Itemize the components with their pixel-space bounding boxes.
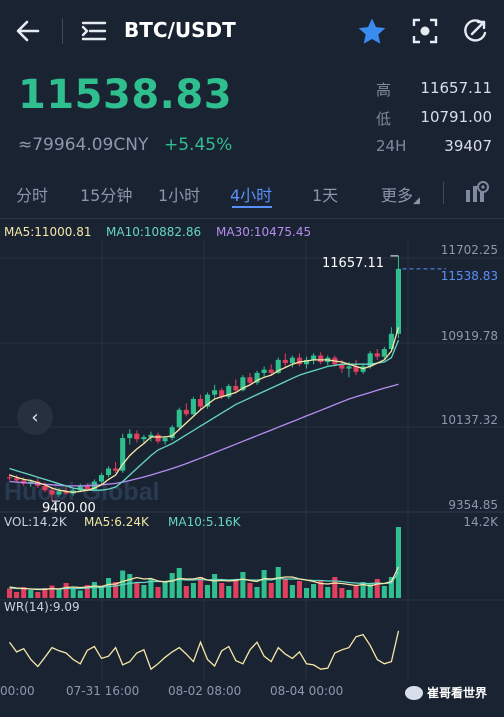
price-axis-label: 10919.78 — [440, 329, 498, 343]
volume-bar — [296, 581, 303, 598]
volume-bar — [183, 586, 189, 598]
candle-body — [141, 437, 147, 440]
candle-body — [268, 369, 274, 373]
candle-body — [374, 353, 380, 357]
chevron-left-icon: ‹ — [31, 406, 39, 428]
candle-body — [162, 438, 168, 442]
volume-bar — [332, 577, 338, 598]
low-annotation: 9400.00 — [42, 501, 96, 516]
candle-body — [212, 390, 218, 395]
candle-body — [98, 475, 105, 482]
price-axis-label: 9354.85 — [448, 498, 498, 512]
volume-bar — [395, 527, 402, 598]
volume-bar — [28, 590, 34, 598]
volume-bar — [204, 585, 211, 598]
volume-bar — [275, 567, 281, 598]
volume-bar — [176, 568, 182, 598]
time-axis-label: 08-04 00:00 — [270, 684, 344, 698]
volume-bar — [374, 579, 380, 598]
volume-bar — [247, 583, 253, 598]
volume-bar — [339, 588, 345, 598]
volume-bar — [91, 582, 97, 598]
candle-body — [289, 357, 295, 364]
volume-bar — [261, 570, 267, 598]
candle-body — [282, 359, 288, 364]
volume-bar — [240, 572, 246, 598]
candle-body — [346, 366, 352, 369]
credit-text: 崔哥看世界 — [427, 686, 488, 700]
candle-body — [318, 355, 324, 363]
price-axis-label: 11702.25 — [440, 243, 498, 257]
volume-bar — [127, 574, 133, 598]
wechat-icon — [405, 685, 423, 700]
time-axis-label: 07-31 16:00 — [66, 684, 140, 698]
volume-bar — [212, 574, 218, 598]
candle-body — [197, 398, 204, 407]
volume-bar — [6, 588, 13, 598]
volume-bar — [353, 586, 359, 598]
vol-label: VOL:14.2K — [4, 515, 67, 529]
volume-bar — [325, 587, 331, 598]
price-axis-label: 10137.32 — [440, 413, 498, 427]
candle-body — [49, 490, 55, 495]
candle-body — [42, 485, 48, 491]
volume-bar — [63, 583, 69, 598]
volume-bar — [169, 573, 175, 598]
volume-bar — [35, 592, 41, 598]
price-axis-current: 11538.83 — [440, 269, 498, 283]
candle-body — [155, 434, 161, 442]
volume-bar — [190, 583, 196, 598]
candle-body — [247, 377, 253, 383]
candle-body — [190, 398, 196, 415]
candle-body — [261, 369, 267, 373]
candle-body — [183, 409, 189, 415]
time-axis-label: 08-02 08:00 — [168, 684, 242, 698]
chart-grid — [0, 240, 504, 680]
candle-body — [56, 491, 62, 495]
volume-bar — [56, 589, 62, 598]
volume-bar — [226, 586, 232, 598]
volume-bar — [303, 588, 310, 598]
volume-bar — [254, 587, 260, 598]
vol-ma5-label: MA5:6.24K — [84, 515, 149, 529]
vol-ma10-label: MA10:5.16K — [168, 515, 241, 529]
candle-body — [381, 349, 387, 357]
volume-bar — [155, 587, 161, 598]
volume-bar — [49, 585, 55, 598]
candle-body — [127, 433, 133, 439]
volume-bar — [105, 578, 112, 598]
candle-body — [233, 385, 239, 391]
volume-bar — [289, 585, 295, 598]
volume-bar — [233, 579, 239, 598]
scroll-left-button[interactable]: ‹ — [17, 399, 53, 435]
high-annotation: 11657.11 — [322, 256, 385, 271]
candle-body — [105, 468, 112, 476]
volume-bar — [77, 590, 83, 598]
volume-bar — [346, 590, 352, 598]
candle-body — [14, 478, 20, 481]
volume-bar — [70, 588, 76, 598]
candle-body — [134, 433, 140, 440]
candle-body — [395, 268, 402, 334]
volume-bar — [162, 581, 168, 598]
volume-bar — [141, 585, 147, 598]
volume-bar — [381, 586, 387, 598]
vol-axis-max: 14.2K — [463, 515, 498, 529]
volume-bar — [268, 583, 274, 598]
candle-body — [176, 409, 182, 428]
volume-bar — [14, 592, 20, 598]
volume-bar — [219, 583, 225, 598]
candle-body — [311, 355, 317, 360]
candle-body — [6, 477, 13, 479]
candle-body — [113, 468, 119, 471]
volume-bar — [134, 583, 140, 598]
time-axis-label: 00:00 — [0, 684, 35, 698]
volume-bar — [282, 579, 288, 598]
credit-watermark: 崔哥看世界 — [405, 684, 487, 701]
wr-label: WR(14):9.09 — [4, 600, 80, 614]
volume-bar — [311, 584, 317, 598]
